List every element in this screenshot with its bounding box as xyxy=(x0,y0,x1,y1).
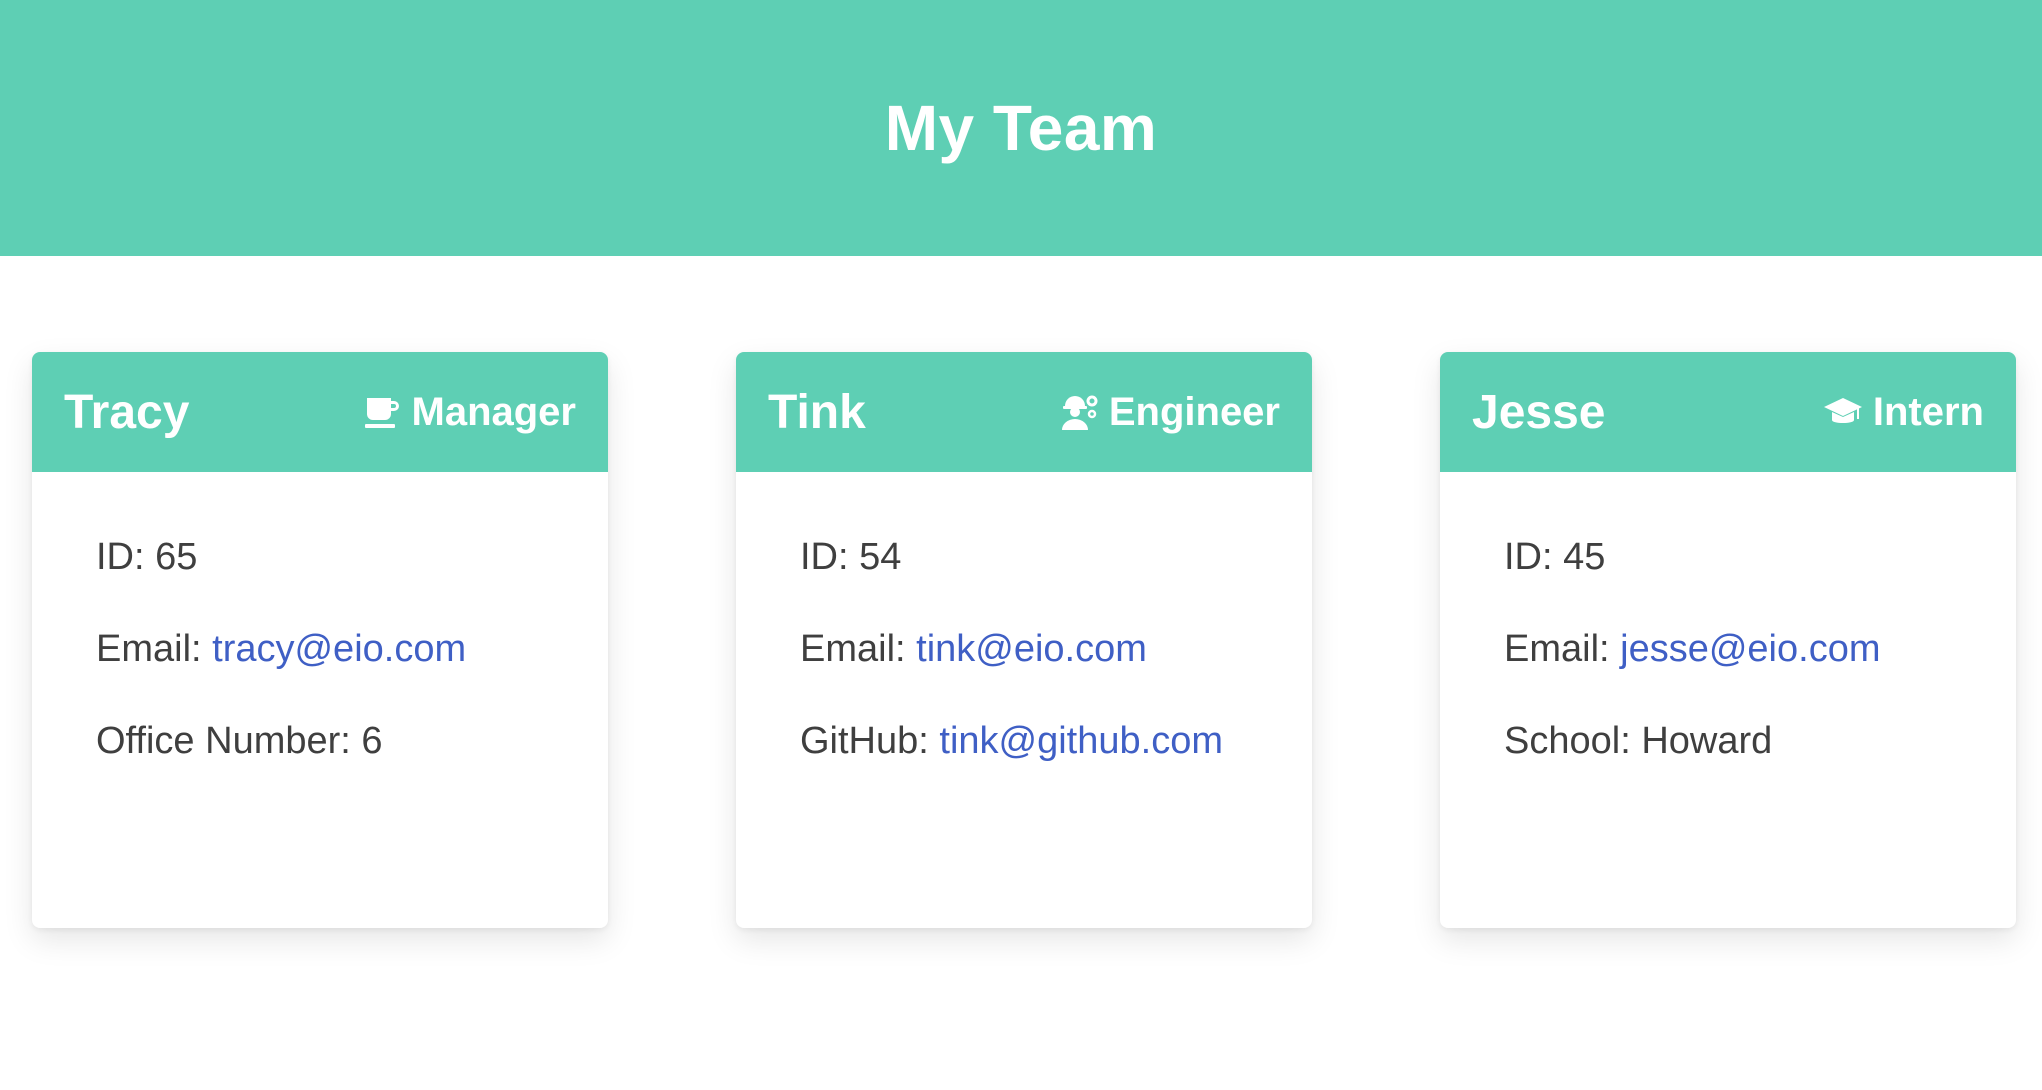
page-header: My Team xyxy=(0,0,2042,256)
card-header: Tink Engineer xyxy=(736,352,1312,472)
email-link[interactable]: jesse@eio.com xyxy=(1620,628,1880,670)
school-label: School: xyxy=(1504,720,1642,762)
graduation-cap-icon xyxy=(1823,392,1863,432)
office-number: Office Number: 6 xyxy=(96,718,544,764)
employee-role: Engineer xyxy=(1059,390,1280,435)
employee-email: Email: tracy@eio.com xyxy=(96,626,544,672)
card-header: Jesse Intern xyxy=(1440,352,2016,472)
office-number-value: 6 xyxy=(361,720,383,762)
employee-role: Intern xyxy=(1823,390,1984,435)
role-label: Manager xyxy=(411,389,577,434)
employee-id: ID: 45 xyxy=(1504,534,1952,580)
card-body: ID: 65 Email: tracy@eio.com Office Numbe… xyxy=(32,472,608,764)
id-label: ID: xyxy=(800,536,860,578)
github-info: GitHub: tink@github.com xyxy=(800,718,1248,764)
employee-card-manager: Tracy Manager ID: 65 Email: tracy@eio.co… xyxy=(32,352,608,928)
employee-role: Manager xyxy=(362,389,577,435)
github-link[interactable]: tink@github.com xyxy=(939,720,1223,762)
engineer-cog-icon xyxy=(1059,392,1099,432)
github-label: GitHub: xyxy=(800,720,940,762)
id-label: ID: xyxy=(1504,536,1564,578)
card-body: ID: 54 Email: tink@eio.com GitHub: tink@… xyxy=(736,472,1312,764)
school-info: School: Howard xyxy=(1504,718,1952,764)
office-number-label: Office Number: xyxy=(96,720,362,762)
employee-email: Email: jesse@eio.com xyxy=(1504,626,1952,672)
employee-card-intern: Jesse Intern ID: 45 Email: jesse@eio.com… xyxy=(1440,352,2016,928)
id-label: ID: xyxy=(96,536,156,578)
employee-name: Tink xyxy=(768,385,866,439)
role-label: Intern xyxy=(1872,389,1984,434)
id-value: 45 xyxy=(1563,536,1606,578)
card-body: ID: 45 Email: jesse@eio.com School: Howa… xyxy=(1440,472,2016,764)
employee-id: ID: 54 xyxy=(800,534,1248,580)
email-label: Email: xyxy=(1504,628,1621,670)
card-header: Tracy Manager xyxy=(32,352,608,472)
email-link[interactable]: tink@eio.com xyxy=(916,628,1147,670)
role-label: Engineer xyxy=(1108,389,1280,434)
email-label: Email: xyxy=(800,628,917,670)
employee-email: Email: tink@eio.com xyxy=(800,626,1248,672)
id-value: 54 xyxy=(859,536,902,578)
email-link[interactable]: tracy@eio.com xyxy=(212,628,466,670)
employee-name: Tracy xyxy=(64,385,190,439)
school-value: Howard xyxy=(1641,720,1773,762)
id-value: 65 xyxy=(155,536,198,578)
employee-name: Jesse xyxy=(1472,385,1606,439)
employee-card-engineer: Tink Engineer ID: 54 Email: tink@eio.com… xyxy=(736,352,1312,928)
email-label: Email: xyxy=(96,628,213,670)
employee-id: ID: 65 xyxy=(96,534,544,580)
coffee-mug-icon xyxy=(362,392,402,432)
page-title: My Team xyxy=(884,92,1158,164)
